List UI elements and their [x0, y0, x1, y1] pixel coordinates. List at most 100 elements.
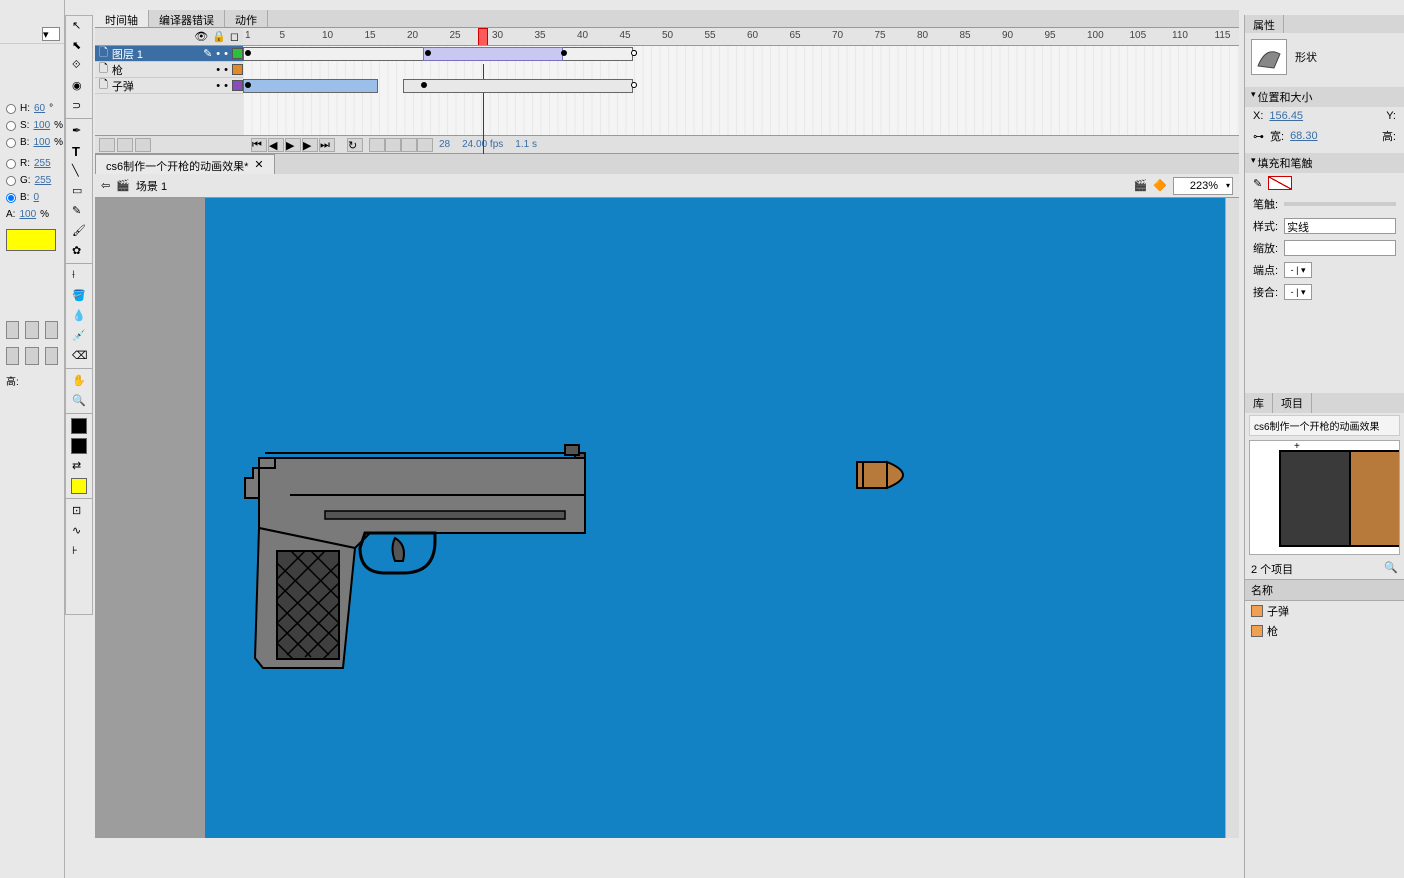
tab-library[interactable]: 库	[1245, 393, 1273, 413]
back-icon[interactable]: ⇦	[101, 179, 110, 192]
rectangle-tool[interactable]: ▭	[66, 181, 92, 201]
edit-symbol-icon[interactable]: 🔶	[1153, 179, 1167, 192]
deco-tool[interactable]: ✿	[66, 241, 92, 261]
straighten-tool[interactable]: ⊦	[66, 541, 92, 561]
tab-compiler-errors[interactable]: 编译器错误	[149, 10, 225, 27]
timeline-frames[interactable]	[243, 46, 1239, 135]
smooth-tool[interactable]: ∿	[66, 521, 92, 541]
new-folder-button[interactable]	[117, 138, 133, 152]
align-icon-5[interactable]	[25, 347, 38, 365]
vertical-scrollbar[interactable]	[1225, 198, 1239, 838]
pencil-tool[interactable]: ✎	[66, 201, 92, 221]
onion-outline-button[interactable]	[385, 138, 401, 152]
bright-value[interactable]: 100	[33, 137, 50, 148]
tab-properties[interactable]: 属性	[1245, 15, 1284, 33]
b-value[interactable]: 0	[33, 192, 39, 203]
fill-swatch-yellow[interactable]	[66, 476, 92, 496]
current-frame[interactable]: 28	[433, 139, 456, 150]
onion-skin-button[interactable]	[369, 138, 385, 152]
align-icon-3[interactable]	[45, 321, 58, 339]
play-button[interactable]: ▶	[285, 138, 301, 152]
fill-color[interactable]	[66, 436, 92, 456]
stroke-slider[interactable]	[1284, 202, 1396, 206]
gun-shape[interactable]	[235, 433, 595, 683]
align-icon-4[interactable]	[6, 347, 19, 365]
r-value[interactable]: 255	[34, 158, 51, 169]
ink-bottle-tool[interactable]: 💧	[66, 306, 92, 326]
tab-timeline[interactable]: 时间轴	[95, 10, 149, 27]
width-value[interactable]: 68.30	[1290, 130, 1318, 142]
frame-span-layer1-b[interactable]	[403, 79, 633, 93]
link-icon[interactable]: ⊶	[1253, 130, 1264, 143]
hue-value[interactable]: 60	[34, 103, 45, 114]
loop-button[interactable]: ↻	[347, 138, 363, 152]
search-icon[interactable]: 🔍	[1384, 561, 1398, 574]
layer-row-2[interactable]: 🗋枪 ••	[95, 62, 243, 78]
library-item-2[interactable]: 枪	[1245, 621, 1404, 641]
stroke-color[interactable]	[66, 416, 92, 436]
join-combo[interactable]: - | ▾	[1284, 284, 1312, 300]
document-tab[interactable]: cs6制作一个开枪的动画效果* ✕	[95, 154, 275, 174]
library-header-name[interactable]: 名称	[1245, 579, 1404, 601]
line-tool[interactable]: ╲	[66, 161, 92, 181]
group-fill-stroke[interactable]: 填充和笔触	[1245, 153, 1404, 173]
tab-actions[interactable]: 动作	[225, 10, 268, 27]
eye-icon[interactable]: 👁	[194, 30, 208, 43]
outline-icon[interactable]: ◻	[230, 30, 239, 43]
bullet-shape[interactable]	[855, 458, 925, 492]
group-position-size[interactable]: 位置和大小	[1245, 87, 1404, 107]
close-icon[interactable]: ✕	[254, 158, 263, 171]
color-swatch-preview[interactable]	[6, 229, 56, 251]
playhead[interactable]	[478, 28, 488, 45]
step-forward-button[interactable]: ▶	[302, 138, 318, 152]
library-item-1[interactable]: 子弹	[1245, 601, 1404, 621]
paint-bucket-tool[interactable]: 🪣	[66, 286, 92, 306]
lock-icon[interactable]: 🔒	[212, 30, 226, 43]
delete-layer-button[interactable]	[135, 138, 151, 152]
zoom-tool[interactable]: 🔍	[66, 391, 92, 411]
3d-rotate-tool[interactable]: ◉	[66, 76, 92, 96]
b-radio[interactable]	[6, 193, 16, 203]
stroke-style-select[interactable]: 实线	[1284, 218, 1396, 234]
brush-tool[interactable]: 🖌	[66, 221, 92, 241]
layer-row-3[interactable]: 🗋子弹 ••	[95, 78, 243, 94]
x-value[interactable]: 156.45	[1269, 110, 1303, 122]
subselection-tool[interactable]: ⬉	[66, 36, 92, 56]
step-back-button[interactable]: ◀	[268, 138, 284, 152]
hue-radio[interactable]	[6, 104, 16, 114]
stroke-scale-select[interactable]	[1284, 240, 1396, 256]
snap-tool[interactable]: ⊡	[66, 501, 92, 521]
cap-combo[interactable]: - | ▾	[1284, 262, 1312, 278]
selection-tool[interactable]: ↖	[66, 16, 92, 36]
lasso-tool[interactable]: ⊃	[66, 96, 92, 116]
alpha-value[interactable]: 100	[19, 209, 36, 220]
dropdown-icon[interactable]: ▾	[42, 27, 60, 41]
text-tool[interactable]: T	[66, 141, 92, 161]
onion-markers-button[interactable]	[417, 138, 433, 152]
timeline-ruler[interactable]: 1510152025303540455055606570758085909510…	[243, 28, 1239, 45]
sat-radio[interactable]	[6, 121, 16, 131]
stage[interactable]	[205, 198, 1225, 838]
eyedropper-tool[interactable]: 💉	[66, 326, 92, 346]
hand-tool[interactable]: ✋	[66, 371, 92, 391]
align-icon-6[interactable]	[45, 347, 58, 365]
new-layer-button[interactable]	[99, 138, 115, 152]
g-radio[interactable]	[6, 176, 16, 186]
library-file-name[interactable]: cs6制作一个开枪的动画效果	[1249, 415, 1400, 436]
eraser-tool[interactable]: ⌫	[66, 346, 92, 366]
edit-multiple-button[interactable]	[401, 138, 417, 152]
edit-scene-icon[interactable]: 🎬	[1134, 179, 1148, 192]
goto-last-button[interactable]: ⏭	[319, 138, 335, 152]
tween-span-layer3[interactable]	[423, 47, 563, 61]
swap-colors[interactable]: ⇄	[66, 456, 92, 476]
pen-tool[interactable]: ✒	[66, 121, 92, 141]
r-radio[interactable]	[6, 159, 16, 169]
bone-tool[interactable]: ⟊	[66, 266, 92, 286]
sat-value[interactable]: 100	[33, 120, 50, 131]
scene-name[interactable]: 场景 1	[136, 178, 167, 194]
align-icon-1[interactable]	[6, 321, 19, 339]
frame-span-layer1-a[interactable]	[243, 79, 378, 93]
align-icon-2[interactable]	[25, 321, 38, 339]
g-value[interactable]: 255	[35, 175, 52, 186]
free-transform-tool[interactable]: ⟐	[66, 56, 92, 76]
